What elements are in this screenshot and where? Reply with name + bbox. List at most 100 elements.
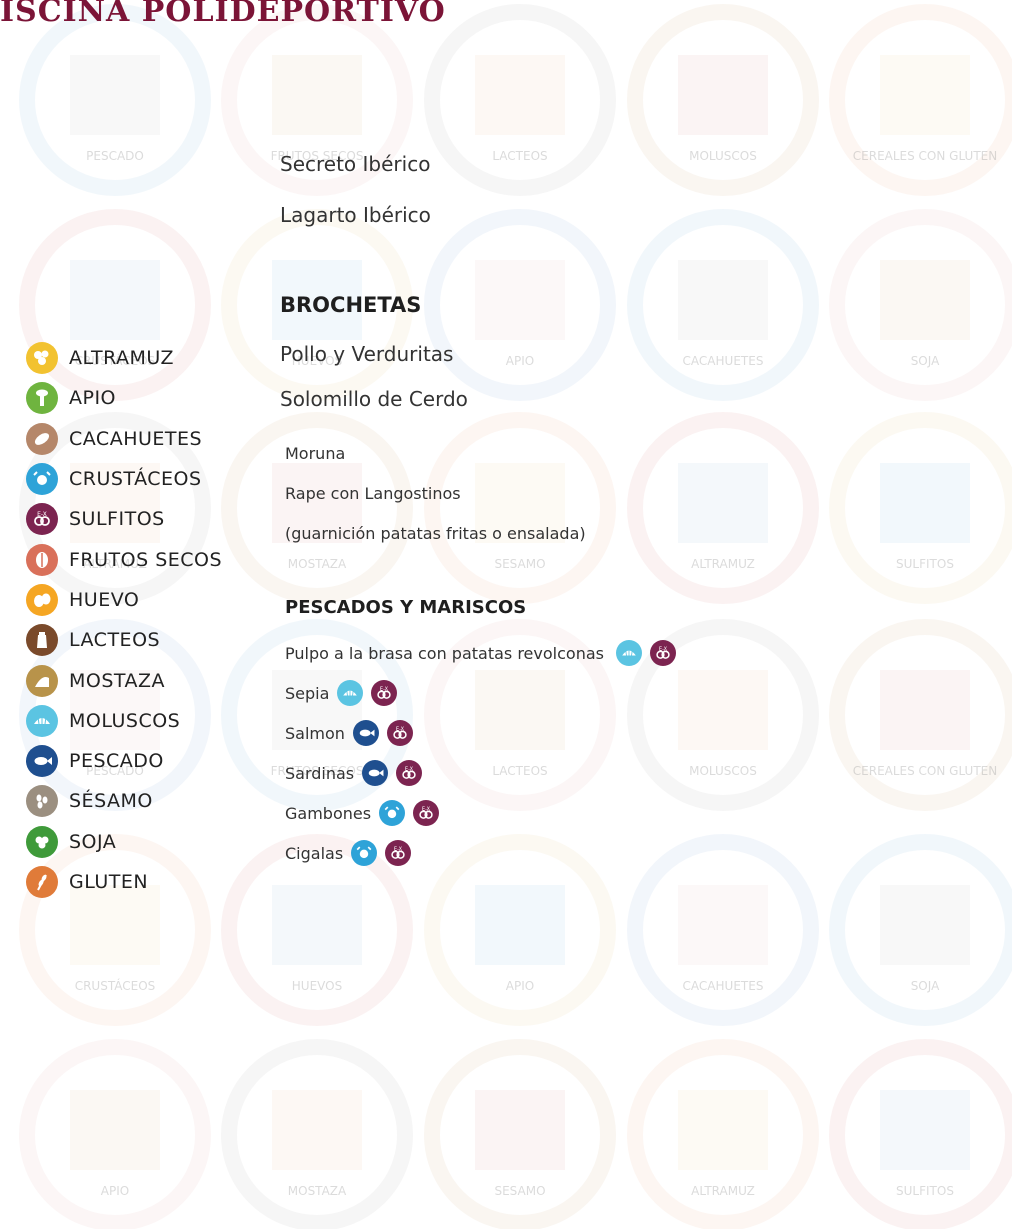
egg-icon (26, 583, 58, 616)
menu-item-moruna: Moruna (285, 444, 346, 463)
crab-icon (26, 463, 58, 496)
watermark-label: SOJA (911, 354, 940, 368)
menu-item-rape: Rape con Langostinos (285, 484, 461, 503)
legend-item-soja: SOJA (26, 822, 222, 862)
legend-label: APIO (69, 387, 117, 410)
sulfites-icon: E-X (371, 680, 398, 706)
lupin-icon (26, 342, 58, 375)
sulfites-icon: E-X (649, 640, 676, 666)
menu-item-pollo: Pollo y Verduritas (280, 342, 454, 366)
dish-row: Pulpo a la brasa con patatas revolconas E… (285, 639, 684, 667)
nut-icon (26, 543, 58, 576)
watermark-label: CRUSTÁCEOS (75, 978, 156, 993)
dish-name: Pulpo a la brasa con patatas revolconas (285, 643, 604, 663)
watermark-label: HUEVOS (292, 979, 342, 993)
dish-name: Sardinas (285, 763, 355, 783)
dish-row: Gambones E-X (285, 799, 447, 827)
watermark-icon (678, 670, 768, 750)
svg-text:E-X: E-X (394, 846, 403, 852)
dish-row: Sardinas E-X (285, 759, 430, 787)
legend-item-huevo: HUEVO (26, 580, 222, 620)
sulfites-icon: E-X (385, 840, 412, 866)
shell-icon (615, 640, 642, 666)
sulfites-icon: E-X (413, 800, 440, 826)
watermark-icon (678, 55, 768, 135)
sulfites-icon: E-X (386, 720, 413, 746)
dish-name: Sepia (285, 683, 330, 703)
watermark-icon (475, 260, 565, 340)
legend-item-altramuz: ALTRAMUZ (26, 338, 222, 378)
dish-name: Salmon (285, 723, 345, 743)
soy-icon (26, 825, 58, 858)
watermark-label: SOJA (911, 979, 940, 993)
page-title: ISCINA POLIDEPORTIVO (0, 0, 446, 29)
fish-icon (362, 760, 389, 786)
legend-label: FRUTOS SECOS (69, 548, 223, 571)
legend-item-gluten: GLUTEN (26, 862, 222, 902)
sulfites-icon: E-X (26, 503, 58, 536)
menu-item-solomillo: Solomillo de Cerdo (280, 387, 468, 411)
legend-item-mostaza: MOSTAZA (26, 660, 222, 700)
legend-item-frutos_secos: FRUTOS SECOS (26, 539, 222, 579)
legend-item-apio: APIO (26, 378, 222, 418)
watermark-icon (272, 1090, 362, 1170)
dish-row: Cigalas E-X (285, 839, 419, 867)
watermark-icon (70, 55, 160, 135)
menu-item-secreto: Secreto Ibérico (280, 152, 431, 176)
legend-label: PESCADO (69, 750, 164, 773)
mustard-icon (26, 664, 58, 697)
watermark-icon (678, 1090, 768, 1170)
watermark-label: MOLUSCOS (689, 764, 757, 778)
legend-label: SOJA (69, 830, 117, 853)
crab-icon (351, 840, 378, 866)
menu-item-guarnicion: (guarnición patatas fritas o ensalada) (285, 524, 586, 543)
watermark-label: SESAMO (494, 1184, 545, 1198)
svg-text:E-X: E-X (37, 511, 47, 518)
legend-item-sesamo: SÉSAMO (26, 781, 222, 821)
svg-text:E-X: E-X (422, 806, 431, 812)
legend-label: MOLUSCOS (69, 709, 181, 732)
watermark-icon (70, 1090, 160, 1170)
allergen-legend: ALTRAMUZ APIO CACAHUETES CRUSTÁCEOS E-X SULFI… (26, 338, 222, 902)
watermark-label: MOSTAZA (288, 557, 347, 571)
svg-text:E-X: E-X (396, 726, 405, 732)
legend-label: MOSTAZA (69, 669, 166, 692)
legend-item-lacteos: LACTEOS (26, 620, 222, 660)
svg-text:E-X: E-X (380, 686, 389, 692)
menu-item-lagarto: Lagarto Ibérico (280, 203, 431, 227)
watermark-icon (475, 885, 565, 965)
legend-label: ALTRAMUZ (69, 347, 174, 370)
watermark-label: PESCADO (86, 149, 144, 163)
watermark-icon (678, 463, 768, 543)
watermark-icon (475, 55, 565, 135)
watermark-label: LACTEOS (492, 764, 547, 778)
svg-text:E-X: E-X (659, 646, 668, 652)
watermark-label: SULFITOS (896, 557, 954, 571)
legend-label: LACTEOS (69, 629, 161, 652)
watermark-icon (880, 55, 970, 135)
watermark-label: ALTRAMUZ (691, 1184, 755, 1198)
legend-item-moluscos: MOLUSCOS (26, 701, 222, 741)
watermark-label: MOSTAZA (288, 1184, 347, 1198)
shell-icon (337, 680, 364, 706)
legend-label: CACAHUETES (69, 427, 203, 450)
watermark-label: CEREALES CON GLUTEN (853, 149, 997, 163)
fish-icon (26, 745, 58, 778)
watermark-icon (880, 260, 970, 340)
watermark-label: SESAMO (494, 557, 545, 571)
section-title-brochetas: BROCHETAS (280, 293, 422, 317)
wheat-icon (26, 866, 58, 898)
watermark-label: APIO (101, 1184, 129, 1198)
watermark-icon (475, 670, 565, 750)
watermark-label: CEREALES CON GLUTEN (853, 764, 997, 778)
watermark-icon (475, 1090, 565, 1170)
svg-text:E-X: E-X (405, 766, 414, 772)
watermark-label: APIO (506, 354, 534, 368)
watermark-label: SULFITOS (896, 1184, 954, 1198)
sulfites-icon: E-X (396, 760, 423, 786)
legend-item-pescado: PESCADO (26, 741, 222, 781)
watermark-icon (70, 260, 160, 340)
milk-icon (26, 624, 58, 657)
legend-item-crustaceos: CRUSTÁCEOS (26, 459, 222, 499)
crab-icon (379, 800, 406, 826)
